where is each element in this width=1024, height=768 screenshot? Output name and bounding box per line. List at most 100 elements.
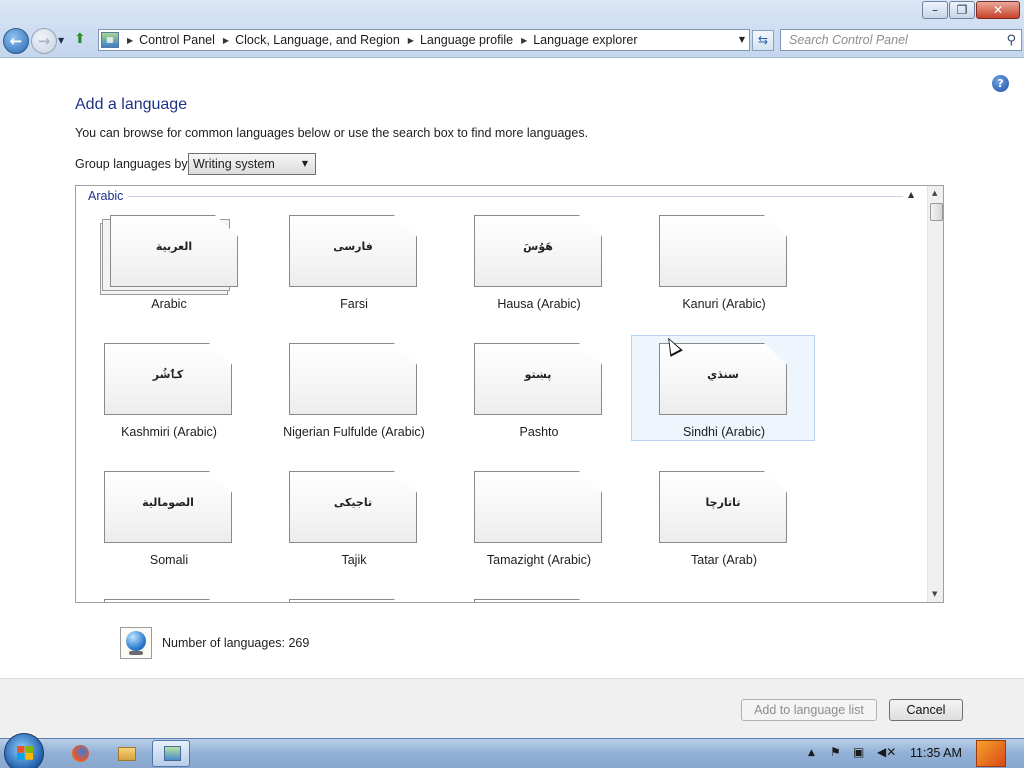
group-by-value: Writing system: [193, 157, 275, 171]
language-tile-tamazight[interactable]: Tamazight (Arabic): [446, 463, 630, 569]
language-tile-kanuri[interactable]: Kanuri (Arabic): [631, 207, 815, 313]
up-level-icon[interactable]: ⬆: [74, 31, 92, 49]
close-icon: ✕: [992, 3, 1004, 17]
search-icon[interactable]: ⚲: [1006, 33, 1016, 48]
language-tile-somali[interactable]: الصومالية Somali: [76, 463, 260, 569]
breadcrumb-language-profile[interactable]: Language profile: [420, 33, 513, 47]
minimize-button[interactable]: –: [922, 1, 948, 19]
cancel-button[interactable]: Cancel: [889, 699, 963, 721]
language-sample: تاجیکی: [333, 496, 373, 509]
group-divider: [128, 196, 903, 197]
language-tile-pashto[interactable]: پښتو Pashto: [446, 335, 630, 441]
scroll-up-icon[interactable]: ▲: [932, 189, 937, 197]
breadcrumb-separator-icon: ▶: [127, 35, 134, 45]
breadcrumb-clock-language-region[interactable]: Clock, Language, and Region: [235, 33, 400, 47]
language-label: Hausa (Arabic): [497, 297, 581, 311]
language-sample: العربية: [155, 240, 193, 253]
language-tile-sindhi[interactable]: سنڌي Sindhi (Arabic): [631, 335, 815, 441]
language-sample: پښتو: [524, 368, 552, 381]
show-desktop-button[interactable]: [976, 740, 1006, 767]
language-label: Tajik: [341, 553, 367, 567]
address-dropdown-icon[interactable]: ▼: [739, 35, 745, 44]
chevron-down-icon: ▼: [301, 159, 308, 168]
add-to-language-list-button[interactable]: Add to language list: [741, 699, 877, 721]
language-tile-partial[interactable]: [446, 591, 630, 602]
search-input[interactable]: [781, 30, 991, 50]
window-controls: – ❐ ✕: [921, 1, 1020, 19]
refresh-icon: ⇆: [757, 33, 769, 47]
language-tile-hausa[interactable]: هَوُسَ Hausa (Arabic): [446, 207, 630, 313]
recent-pages-dropdown-icon[interactable]: ▼: [58, 36, 64, 45]
breadcrumb-language-explorer[interactable]: Language explorer: [533, 33, 637, 47]
search-box[interactable]: ⚲: [780, 29, 1022, 51]
page-title: Add a language: [75, 96, 188, 113]
language-sample: هَوُسَ: [523, 240, 553, 253]
minimize-icon: –: [932, 3, 938, 17]
forward-button[interactable]: →: [31, 28, 57, 54]
language-tile-partial[interactable]: [76, 591, 260, 602]
control-panel-icon: ▦: [101, 32, 119, 48]
language-tile-tajik[interactable]: تاجیکی Tajik: [261, 463, 445, 569]
breadcrumb-separator-icon: ▶: [222, 35, 230, 45]
network-icon[interactable]: ▣: [853, 745, 864, 759]
language-sample: فارسی: [333, 240, 373, 253]
language-label: Somali: [149, 553, 189, 567]
language-sample: کٲشُر: [152, 368, 184, 381]
globe-icon: [120, 627, 152, 659]
language-label: Farsi: [340, 297, 368, 311]
group-by-label: Group languages by:: [75, 157, 192, 171]
dialog-footer: Add to language list Cancel: [0, 678, 1024, 738]
language-list[interactable]: Arabic ▲ العربية Arabic فارسی Farsi هَوُ…: [75, 185, 944, 603]
vertical-scrollbar[interactable]: ▲ ▼: [927, 186, 943, 602]
scroll-down-icon[interactable]: ▼: [932, 590, 937, 598]
group-header[interactable]: Arabic: [88, 189, 123, 203]
language-tile-tatar[interactable]: تاتارچا Tatar (Arab): [631, 463, 815, 569]
language-label: Kanuri (Arabic): [682, 297, 766, 311]
language-sample: تاتارچا: [705, 496, 741, 509]
collapse-group-icon[interactable]: ▲: [908, 190, 914, 199]
back-button[interactable]: ←: [3, 28, 29, 54]
maximize-button[interactable]: ❐: [949, 1, 975, 19]
firefox-icon: [72, 745, 89, 762]
language-tile-kashmiri[interactable]: کٲشُر Kashmiri (Arabic): [76, 335, 260, 441]
start-button[interactable]: [4, 733, 44, 768]
close-button[interactable]: ✕: [976, 1, 1020, 19]
windows-logo-icon: [17, 746, 33, 760]
folder-icon: [118, 747, 136, 761]
language-label: Tamazight (Arabic): [486, 553, 592, 567]
group-by-select[interactable]: Writing system ▼: [188, 153, 316, 175]
page-description: You can browse for common languages belo…: [75, 126, 589, 140]
document-icon: [474, 599, 602, 602]
language-label: Sindhi (Arabic): [683, 425, 765, 439]
language-label: Tatar (Arab): [691, 553, 757, 567]
language-sample: سنڌي: [707, 368, 739, 381]
taskbar-firefox[interactable]: [62, 740, 100, 767]
taskbar: ▲ ⚑ ▣ ◀✕ 11:35 AM: [0, 733, 1024, 768]
language-tile-nigerian-fulfulde[interactable]: Nigerian Fulfulde (Arabic): [261, 335, 445, 441]
document-icon: [289, 343, 417, 415]
forward-arrow-icon: →: [37, 31, 51, 50]
language-count: Number of languages: 269: [162, 636, 310, 650]
maximize-icon: ❐: [956, 3, 968, 17]
show-hidden-icons-icon[interactable]: ▲: [808, 748, 815, 758]
breadcrumb-separator-icon: ▶: [407, 35, 414, 45]
action-center-flag-icon[interactable]: ⚑: [830, 745, 841, 759]
breadcrumb-separator-icon: ▶: [521, 35, 528, 45]
refresh-button[interactable]: ⇆: [752, 30, 774, 51]
taskbar-clock[interactable]: 11:35 AM: [910, 746, 962, 760]
help-icon[interactable]: ?: [992, 75, 1009, 92]
breadcrumb-control-panel[interactable]: Control Panel: [139, 33, 215, 47]
address-bar[interactable]: ▦ ▶ Control Panel ▶ Clock, Language, and…: [98, 29, 750, 51]
language-tile-partial[interactable]: [261, 591, 445, 602]
language-tile-arabic[interactable]: العربية Arabic: [76, 207, 260, 313]
taskbar-control-panel[interactable]: [152, 740, 190, 767]
back-arrow-icon: ←: [9, 31, 23, 50]
document-icon: [659, 215, 787, 287]
taskbar-explorer[interactable]: [108, 740, 146, 767]
volume-muted-icon[interactable]: ◀✕: [877, 745, 896, 759]
language-sample: الصومالية: [142, 496, 194, 509]
language-tile-farsi[interactable]: فارسی Farsi: [261, 207, 445, 313]
scroll-thumb[interactable]: [930, 203, 943, 221]
control-panel-icon: [164, 746, 181, 761]
language-label: Pashto: [519, 425, 559, 439]
